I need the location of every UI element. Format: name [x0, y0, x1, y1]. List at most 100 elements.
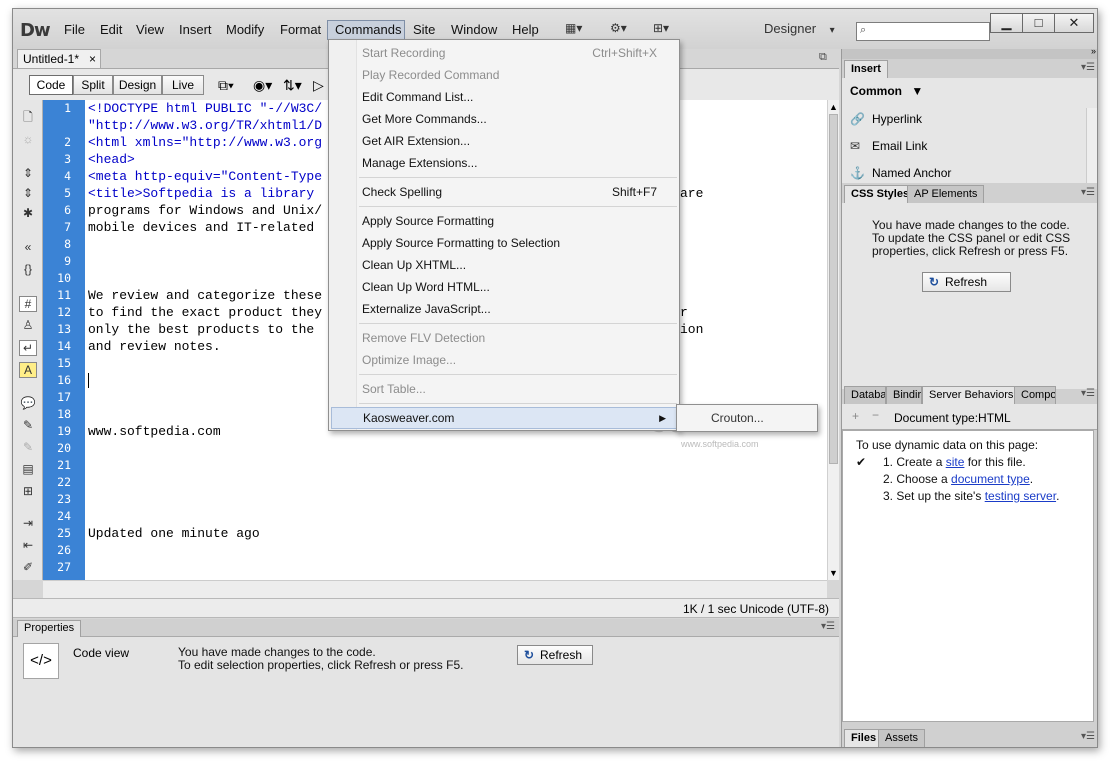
insert-item-named-anchor[interactable]: ⚓ Named Anchor	[850, 166, 951, 180]
tab-databases[interactable]: Databa	[844, 386, 886, 404]
search-input[interactable]: ⌕	[856, 22, 990, 41]
apply-comment-icon[interactable]: 💬	[19, 396, 37, 412]
wrap-tag-icon[interactable]: ✎	[19, 440, 37, 456]
collapse-icon[interactable]: »	[1091, 46, 1096, 56]
plus-icon[interactable]: +	[852, 409, 859, 423]
workspace-switcher[interactable]: Designer ▾	[764, 21, 835, 36]
tab-assets[interactable]: Assets	[878, 729, 926, 747]
tab-insert[interactable]: Insert	[844, 60, 888, 78]
document-type-link[interactable]: document type	[951, 472, 1030, 486]
menu-insert[interactable]: Insert	[172, 20, 219, 40]
scroll-up-icon[interactable]: ▲	[829, 102, 838, 112]
indent-code-icon[interactable]: ⇥	[19, 516, 37, 532]
preview-browser-icon[interactable]: ◉▾	[253, 77, 272, 94]
menu-item-edit-command-list[interactable]: Edit Command List...	[331, 86, 677, 108]
editor-scrollbar[interactable]: ▲ ▼	[827, 100, 839, 580]
menu-commands[interactable]: Commands	[327, 20, 405, 40]
syntax-coloring-icon[interactable]: A	[19, 362, 37, 378]
horizontal-scrollbar[interactable]	[43, 580, 827, 598]
inspect-icon[interactable]: ▷	[313, 77, 324, 94]
menu-item-kaosweaver[interactable]: Kaosweaver.com ▶	[331, 407, 677, 429]
panel-menu-icon[interactable]: ▾☰	[1081, 62, 1095, 73]
menu-view[interactable]: View	[129, 20, 171, 40]
menu-format[interactable]: Format	[273, 20, 328, 40]
menu-item-get-more-commands[interactable]: Get More Commands...	[331, 108, 677, 130]
menu-help[interactable]: Help	[505, 20, 546, 40]
split-view-button[interactable]: Split	[73, 75, 113, 95]
tab-properties[interactable]: Properties	[17, 620, 82, 637]
layout-icon[interactable]: ▦▾	[565, 21, 582, 37]
menu-item-manage-extensions[interactable]: Manage Extensions...	[331, 152, 677, 174]
menu-item-apply-source-formatting[interactable]: Apply Source Formatting	[331, 210, 677, 232]
restore-doc-icon[interactable]: ⧉	[819, 51, 827, 64]
site-link[interactable]: site	[946, 455, 965, 469]
tab-components[interactable]: Compo	[1014, 386, 1056, 404]
tab-ap-elements[interactable]: AP Elements	[907, 185, 985, 203]
close-icon[interactable]: ×	[89, 50, 96, 68]
format-source-icon[interactable]: ✐	[19, 560, 37, 576]
menu-item-sort-table[interactable]: Sort Table...	[331, 378, 677, 400]
menu-edit[interactable]: Edit	[93, 20, 129, 40]
outdent-code-icon[interactable]: ⇤	[19, 538, 37, 554]
balance-braces-icon[interactable]: {}	[19, 262, 37, 278]
tab-css-styles[interactable]: CSS Styles	[844, 185, 917, 203]
menu-item-externalize-javascript[interactable]: Externalize JavaScript...	[331, 298, 677, 320]
highlight-invalid-code-icon[interactable]: ♙	[19, 318, 37, 334]
remove-comment-icon[interactable]: ✎	[19, 418, 37, 434]
panel-menu-icon[interactable]: ▾☰	[1081, 731, 1095, 742]
menu-item-check-spelling[interactable]: Check Spelling Shift+F7	[331, 181, 677, 203]
menu-item-optimize-image[interactable]: Optimize Image...	[331, 349, 677, 371]
panel-menu-icon[interactable]: ▾☰	[1081, 388, 1095, 399]
menu-item-get-air-extension[interactable]: Get AIR Extension...	[331, 130, 677, 152]
gear-icon[interactable]: ⚙▾	[610, 21, 627, 37]
collapse-selection-icon[interactable]: ⇕	[19, 186, 37, 202]
right-panel-group: » Insert ▾☰ Common ▼ 🔗 Hyperlink ✉ Email L…	[841, 46, 1097, 747]
testing-server-link[interactable]: testing server	[985, 489, 1056, 503]
recent-snippets-icon[interactable]: ▤	[19, 462, 37, 478]
css-refresh-button[interactable]: ↻ Refresh	[922, 272, 1011, 292]
menu-modify[interactable]: Modify	[219, 20, 271, 40]
panel-collapse-bar[interactable]: »	[842, 46, 1097, 59]
design-view-button[interactable]: Design	[113, 75, 162, 95]
scroll-down-icon[interactable]: ▼	[829, 568, 838, 578]
maximize-button[interactable]: □	[1022, 13, 1055, 33]
site-structure-icon[interactable]: ⊞▾	[653, 21, 669, 37]
properties-refresh-button[interactable]: ↻ Refresh	[517, 645, 593, 665]
select-parent-tag-icon[interactable]: «	[19, 240, 37, 256]
menu-site[interactable]: Site	[406, 20, 442, 40]
menu-item-clean-up-xhtml[interactable]: Clean Up XHTML...	[331, 254, 677, 276]
menu-item-remove-flv-detection[interactable]: Remove FLV Detection	[331, 327, 677, 349]
open-documents-icon[interactable]: 🗋	[19, 108, 37, 124]
multiscreen-icon[interactable]: ⧉▾	[218, 77, 234, 94]
file-management-icon[interactable]: ⇅▾	[283, 77, 302, 94]
minimize-button[interactable]: ▁	[990, 13, 1023, 33]
tab-bindings[interactable]: Bindir	[886, 386, 922, 404]
insert-category-select[interactable]: Common ▼	[850, 84, 923, 98]
menu-item-play-recorded-command[interactable]: Play Recorded Command	[331, 64, 677, 86]
line-numbers-icon[interactable]: #	[19, 296, 37, 312]
show-code-navigator-icon[interactable]: ☼	[19, 132, 37, 148]
insert-item-hyperlink[interactable]: 🔗 Hyperlink	[850, 112, 922, 126]
panel-menu-icon[interactable]: ▾☰	[821, 621, 835, 632]
move-css-icon[interactable]: ⊞	[19, 484, 37, 500]
close-button[interactable]: ✕	[1054, 13, 1094, 33]
minus-icon[interactable]: −	[872, 408, 879, 422]
document-tab[interactable]: Untitled-1* ×	[17, 49, 101, 69]
insert-item-email-link[interactable]: ✉ Email Link	[850, 139, 927, 153]
scrollbar-thumb[interactable]	[829, 114, 838, 464]
panel-menu-icon[interactable]: ▾☰	[1081, 187, 1095, 198]
submenu-item-crouton[interactable]: Crouton...	[711, 411, 764, 425]
tab-server-behaviors[interactable]: Server Behaviors	[922, 386, 1021, 404]
live-view-button[interactable]: Live	[162, 75, 204, 95]
collapse-full-tag-icon[interactable]: ⇕	[19, 166, 37, 182]
menu-file[interactable]: File	[57, 20, 92, 40]
menu-item-apply-source-formatting-selection[interactable]: Apply Source Formatting to Selection	[331, 232, 677, 254]
menu-item-clean-up-word-html[interactable]: Clean Up Word HTML...	[331, 276, 677, 298]
menu-item-start-recording[interactable]: Start Recording Ctrl+Shift+X	[331, 42, 677, 64]
word-wrap-icon[interactable]: ↵	[19, 340, 37, 356]
menu-window[interactable]: Window	[444, 20, 504, 40]
insert-scrollbar[interactable]	[1086, 108, 1097, 183]
expand-all-icon[interactable]: ✱	[19, 206, 37, 222]
code-view-button[interactable]: Code	[29, 75, 73, 95]
kaosweaver-submenu[interactable]: Crouton...	[676, 404, 818, 432]
